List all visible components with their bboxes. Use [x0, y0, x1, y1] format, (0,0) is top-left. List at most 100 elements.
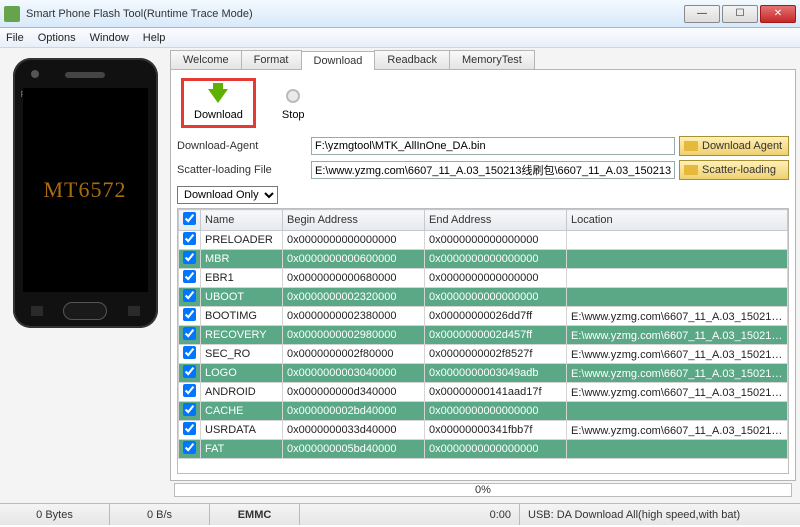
row-checkbox[interactable]: [183, 384, 196, 397]
cell-name: PRELOADER: [201, 231, 283, 250]
cell-end: 0x0000000000000000: [425, 269, 567, 288]
table-row[interactable]: SEC_RO0x0000000002f800000x0000000002f852…: [179, 345, 788, 364]
table-row[interactable]: FAT0x000000005bd400000x0000000000000000: [179, 440, 788, 459]
maximize-button[interactable]: ☐: [722, 5, 758, 23]
col-name[interactable]: Name: [201, 210, 283, 231]
partition-table[interactable]: Name Begin Address End Address Location …: [177, 208, 789, 474]
stop-button[interactable]: Stop: [272, 81, 315, 125]
window-buttons: — ☐ ✕: [684, 5, 796, 23]
cell-name: BOOTIMG: [201, 307, 283, 326]
col-checkbox[interactable]: [179, 210, 201, 231]
download-agent-browse-label: Download Agent: [702, 140, 782, 152]
titlebar: Smart Phone Flash Tool(Runtime Trace Mod…: [0, 0, 800, 28]
download-button[interactable]: Download: [181, 78, 256, 128]
phone-softkey-left-icon: [31, 306, 43, 316]
download-arrow-icon: [207, 85, 229, 107]
download-agent-row: Download-Agent Download Agent: [177, 136, 789, 156]
row-checkbox[interactable]: [183, 403, 196, 416]
cell-location: E:\www.yzmg.com\6607_11_A.03_150213线刷包\6…: [567, 383, 788, 402]
cell-begin: 0x0000000003040000: [283, 364, 425, 383]
scatter-file-label: Scatter-loading File: [177, 164, 307, 176]
col-location[interactable]: Location: [567, 210, 788, 231]
row-checkbox[interactable]: [183, 422, 196, 435]
col-end[interactable]: End Address: [425, 210, 567, 231]
table-row[interactable]: MBR0x00000000006000000x0000000000000000: [179, 250, 788, 269]
row-checkbox[interactable]: [183, 270, 196, 283]
scatter-file-browse-button[interactable]: Scatter-loading: [679, 160, 789, 180]
menu-options[interactable]: Options: [38, 32, 76, 44]
row-checkbox[interactable]: [183, 327, 196, 340]
cell-begin: 0x000000000d340000: [283, 383, 425, 402]
menu-file[interactable]: File: [6, 32, 24, 44]
window-title: Smart Phone Flash Tool(Runtime Trace Mod…: [26, 8, 684, 20]
cell-begin: 0x000000005bd40000: [283, 440, 425, 459]
stop-button-label: Stop: [282, 109, 305, 121]
cell-location: [567, 269, 788, 288]
scatter-file-browse-label: Scatter-loading: [702, 164, 776, 176]
cell-end: 0x00000000341fbb7f: [425, 421, 567, 440]
phone-preview: RM MT6572: [13, 58, 158, 328]
status-time: 0:00: [300, 504, 520, 525]
table-row[interactable]: PRELOADER0x00000000000000000x00000000000…: [179, 231, 788, 250]
close-button[interactable]: ✕: [760, 5, 796, 23]
scatter-file-row: Scatter-loading File Scatter-loading: [177, 160, 789, 180]
row-checkbox[interactable]: [183, 365, 196, 378]
download-agent-browse-button[interactable]: Download Agent: [679, 136, 789, 156]
table-row[interactable]: UBOOT0x00000000023200000x000000000000000…: [179, 288, 788, 307]
cell-name: RECOVERY: [201, 326, 283, 345]
tab-download[interactable]: Download: [301, 51, 376, 70]
row-checkbox[interactable]: [183, 289, 196, 302]
cell-end: 0x0000000000000000: [425, 402, 567, 421]
tab-format[interactable]: Format: [241, 50, 302, 69]
row-checkbox[interactable]: [183, 251, 196, 264]
cell-name: EBR1: [201, 269, 283, 288]
toolbar: Download Stop: [177, 76, 789, 134]
status-usb: USB: DA Download All(high speed,with bat…: [520, 504, 800, 525]
cell-end: 0x0000000002d457ff: [425, 326, 567, 345]
cell-end: 0x0000000000000000: [425, 231, 567, 250]
row-checkbox[interactable]: [183, 441, 196, 454]
cell-begin: 0x0000000002320000: [283, 288, 425, 307]
col-begin[interactable]: Begin Address: [283, 210, 425, 231]
download-button-label: Download: [194, 109, 243, 121]
table-row[interactable]: CACHE0x000000002bd400000x000000000000000…: [179, 402, 788, 421]
table-row[interactable]: LOGO0x00000000030400000x0000000003049adb…: [179, 364, 788, 383]
tab-readback[interactable]: Readback: [374, 50, 450, 69]
table-row[interactable]: BOOTIMG0x00000000023800000x00000000026dd…: [179, 307, 788, 326]
header-checkbox[interactable]: [183, 212, 196, 225]
app-icon: [4, 6, 20, 22]
tab-memorytest[interactable]: MemoryTest: [449, 50, 535, 69]
table-row[interactable]: RECOVERY0x00000000029800000x0000000002d4…: [179, 326, 788, 345]
cell-location: E:\www.yzmg.com\6607_11_A.03_150213线刷包\6…: [567, 326, 788, 345]
progress-label: 0%: [475, 484, 491, 496]
cell-location: [567, 231, 788, 250]
menu-window[interactable]: Window: [90, 32, 129, 44]
cell-location: E:\www.yzmg.com\6607_11_A.03_150213线刷包\6…: [567, 364, 788, 383]
table-row[interactable]: EBR10x00000000006800000x0000000000000000: [179, 269, 788, 288]
folder-icon: [684, 165, 698, 175]
table-row[interactable]: USRDATA0x0000000033d400000x00000000341fb…: [179, 421, 788, 440]
cell-location: [567, 440, 788, 459]
cell-end: 0x0000000000000000: [425, 440, 567, 459]
cell-end: 0x0000000002f8527f: [425, 345, 567, 364]
cell-begin: 0x0000000002f80000: [283, 345, 425, 364]
row-checkbox[interactable]: [183, 308, 196, 321]
right-pane: Welcome Format Download Readback MemoryT…: [170, 48, 800, 503]
tab-welcome[interactable]: Welcome: [170, 50, 242, 69]
download-agent-input[interactable]: [311, 137, 675, 155]
cell-name: USRDATA: [201, 421, 283, 440]
cell-begin: 0x0000000000000000: [283, 231, 425, 250]
progress-bar: 0%: [174, 483, 792, 497]
row-checkbox[interactable]: [183, 232, 196, 245]
cell-location: E:\www.yzmg.com\6607_11_A.03_150213线刷包\6…: [567, 307, 788, 326]
folder-icon: [684, 141, 698, 151]
row-checkbox[interactable]: [183, 346, 196, 359]
scatter-file-input[interactable]: [311, 161, 675, 179]
status-rate: 0 B/s: [110, 504, 210, 525]
download-mode-select[interactable]: Download Only: [177, 186, 278, 204]
menu-help[interactable]: Help: [143, 32, 166, 44]
cell-name: UBOOT: [201, 288, 283, 307]
minimize-button[interactable]: —: [684, 5, 720, 23]
cell-end: 0x0000000000000000: [425, 250, 567, 269]
table-row[interactable]: ANDROID0x000000000d3400000x00000000141aa…: [179, 383, 788, 402]
